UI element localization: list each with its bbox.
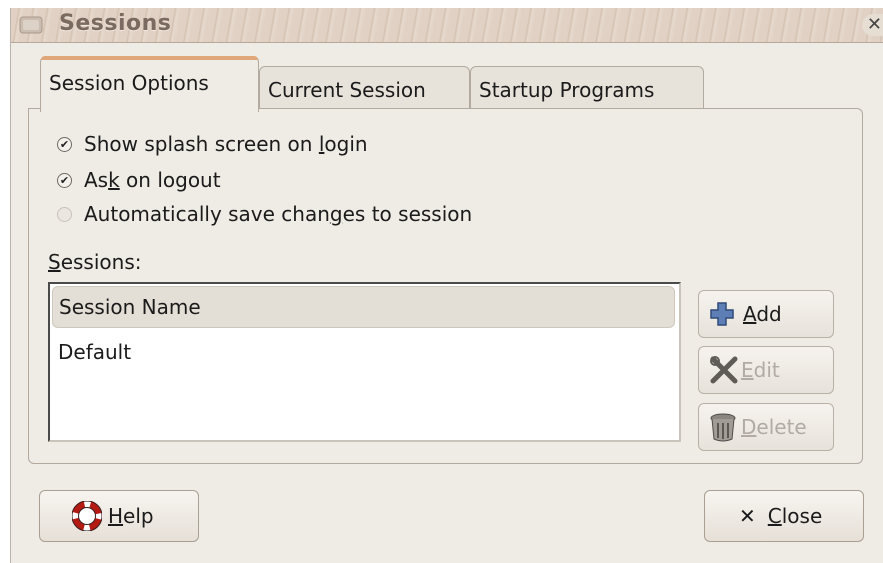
window-title: Sessions bbox=[59, 11, 172, 36]
edit-button-label: Edit bbox=[741, 358, 780, 382]
checkmark-icon: ✔ bbox=[57, 172, 72, 188]
tab-label: Session Options bbox=[49, 71, 209, 95]
tab-session-options[interactable]: Session Options bbox=[40, 56, 259, 112]
ask-on-logout-checkbox[interactable]: ✔ Ask on logout bbox=[57, 168, 221, 192]
unchecked-icon bbox=[57, 206, 72, 222]
plus-icon bbox=[710, 302, 734, 326]
column-header-session-name[interactable]: Session Name bbox=[52, 286, 675, 328]
checkbox-label: Ask on logout bbox=[84, 168, 221, 192]
tools-icon bbox=[710, 356, 738, 384]
tab-startup-programs[interactable]: Startup Programs bbox=[470, 66, 704, 108]
help-button[interactable]: Help bbox=[39, 490, 199, 542]
sessions-list[interactable]: Session Name Default bbox=[48, 282, 681, 442]
tab-label: Current Session bbox=[268, 78, 426, 102]
checkbox-label: Show splash screen on login bbox=[84, 132, 368, 156]
tab-label: Startup Programs bbox=[479, 78, 655, 102]
trash-icon bbox=[710, 413, 736, 442]
add-button[interactable]: Add bbox=[698, 290, 834, 338]
auto-save-checkbox[interactable]: Automatically save changes to session bbox=[57, 202, 472, 226]
checkmark-icon: ✔ bbox=[57, 136, 72, 152]
window-close-button[interactable]: ✕ bbox=[862, 14, 883, 36]
checkbox-label: Automatically save changes to session bbox=[84, 202, 473, 226]
help-button-label: Help bbox=[108, 504, 154, 528]
close-button[interactable]: ✕ Close bbox=[704, 490, 864, 542]
title-bar[interactable]: Sessions ✕ bbox=[11, 8, 883, 43]
close-icon: ✕ bbox=[739, 504, 756, 528]
tab-current-session[interactable]: Current Session bbox=[259, 66, 470, 108]
sessions-label: Sessions: bbox=[48, 250, 142, 274]
show-splash-checkbox[interactable]: ✔ Show splash screen on login bbox=[57, 132, 368, 156]
edit-button[interactable]: Edit bbox=[698, 346, 834, 394]
delete-button[interactable]: Delete bbox=[698, 403, 834, 451]
lifebuoy-icon bbox=[72, 501, 102, 531]
delete-button-label: Delete bbox=[741, 415, 807, 439]
close-button-label: Close bbox=[767, 504, 823, 528]
list-item[interactable]: Default bbox=[58, 340, 131, 364]
window-menu-icon[interactable] bbox=[19, 15, 43, 35]
add-button-label: Add bbox=[743, 302, 782, 326]
